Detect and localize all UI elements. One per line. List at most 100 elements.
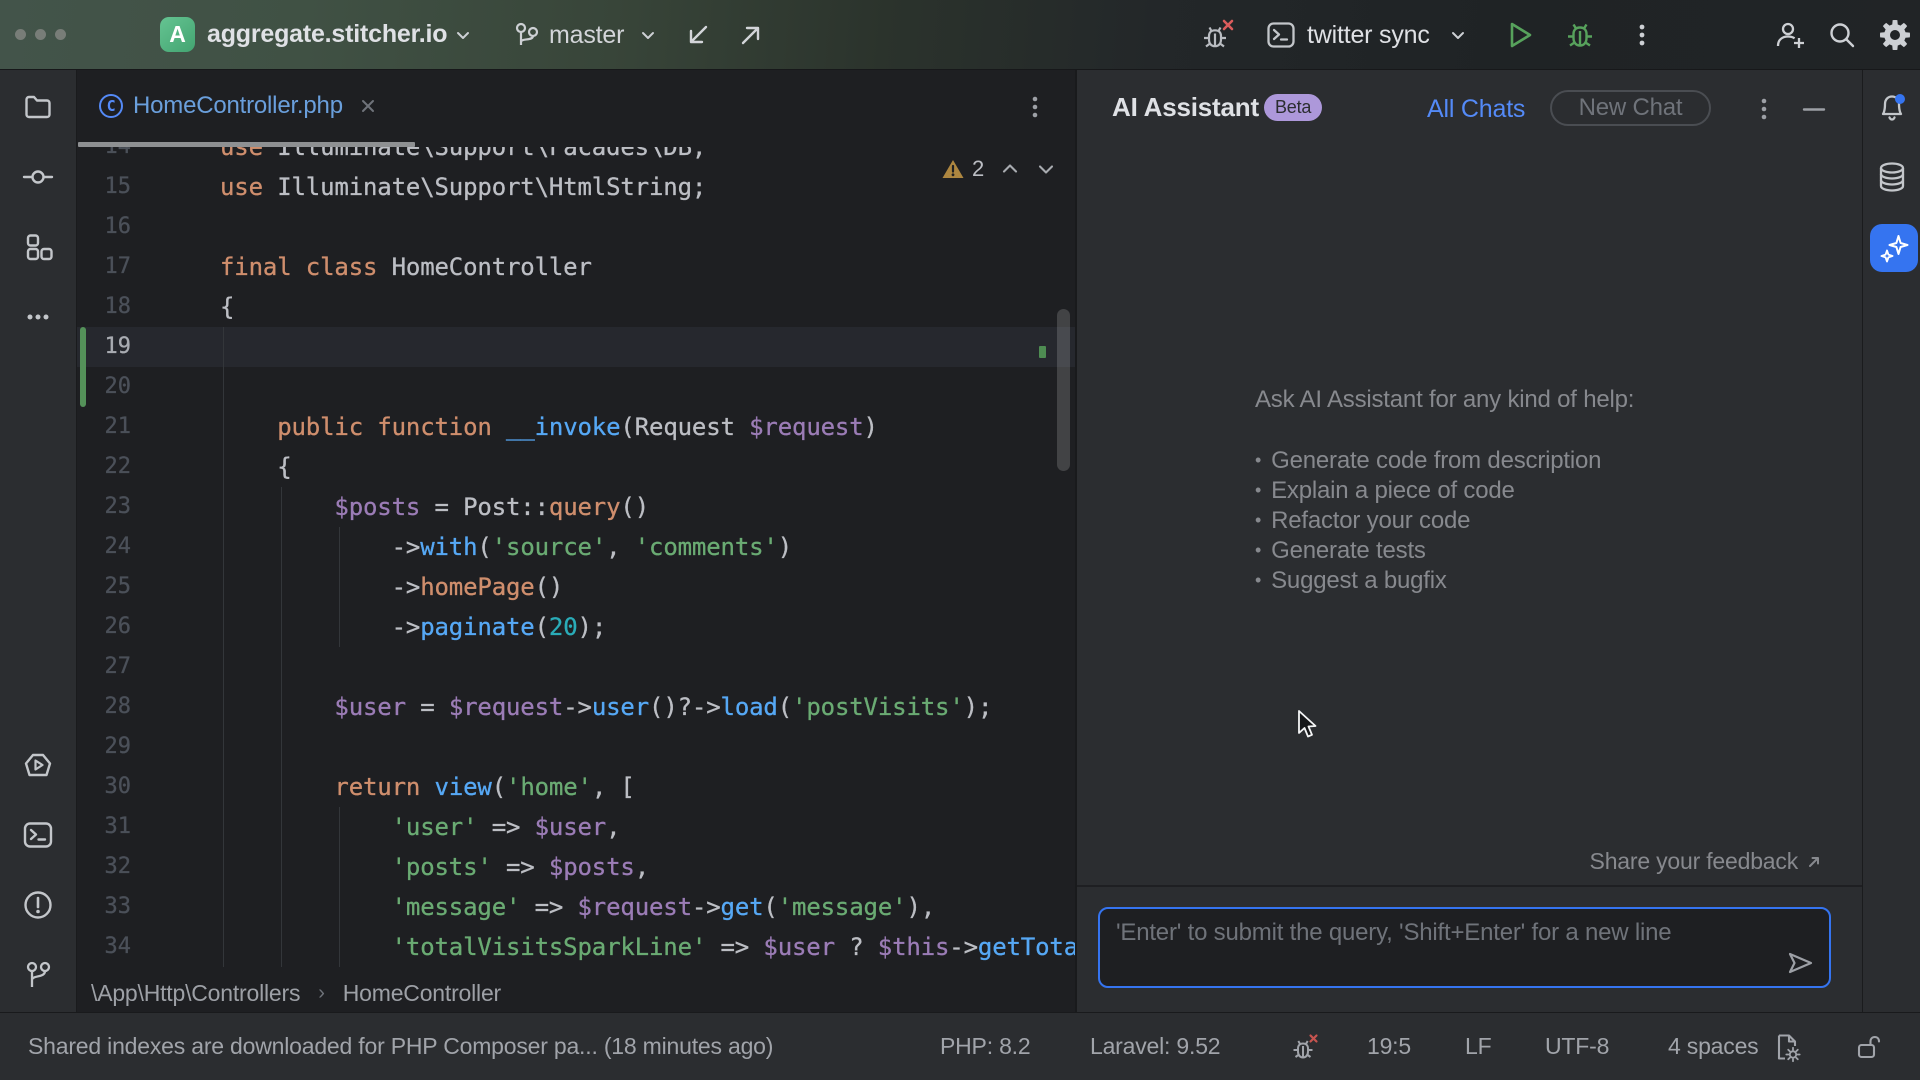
code-line-33[interactable]: 33 'message' => $request->get('message')… <box>77 887 1075 927</box>
editor-area: C HomeController.php 14use Illuminate\Su… <box>77 70 1075 1012</box>
php-class-icon: C <box>98 93 124 119</box>
hide-panel-icon[interactable] <box>1799 94 1829 124</box>
code-line-23[interactable]: 23 $posts = Post::query() <box>77 487 1075 527</box>
version-control-tool-button[interactable] <box>0 947 76 1003</box>
project-name[interactable]: aggregate.stitcher.io <box>207 20 447 49</box>
close-window-button[interactable] <box>15 29 26 40</box>
commit-tool-button[interactable] <box>0 149 76 205</box>
ai-sparkles-icon <box>1877 231 1911 265</box>
update-project-icon[interactable] <box>683 0 713 70</box>
code-text: ->with('source', 'comments') <box>220 527 792 567</box>
php-version-widget[interactable]: PHP: 8.2 <box>940 1033 1030 1060</box>
right-tool-stripe <box>1862 70 1920 1012</box>
code-line-31[interactable]: 31 'user' => $user, <box>77 807 1075 847</box>
share-feedback-link[interactable]: Share your feedback <box>1590 848 1822 875</box>
project-chevron-icon[interactable] <box>452 0 474 70</box>
code-line-25[interactable]: 25 ->homePage() <box>77 567 1075 607</box>
code-text: 'posts' => $posts, <box>220 847 649 887</box>
svg-text:C: C <box>107 97 116 115</box>
notifications-button[interactable] <box>1863 79 1920 135</box>
code-line-18[interactable]: 18{ <box>77 287 1075 327</box>
line-number: 31 <box>77 807 131 847</box>
vcs-change-marker <box>80 327 86 407</box>
search-everywhere-icon[interactable] <box>1826 0 1858 70</box>
project-tool-button[interactable] <box>0 79 76 135</box>
run-config-terminal-icon[interactable] <box>1266 0 1296 70</box>
tab-homecontroller[interactable]: C HomeController.php <box>78 70 415 142</box>
minimize-window-button[interactable] <box>35 29 46 40</box>
line-number: 29 <box>77 727 131 767</box>
laravel-version-widget[interactable]: Laravel: 9.52 <box>1090 1033 1220 1060</box>
ai-options-icon[interactable] <box>1754 94 1774 124</box>
phpstorm-window: A aggregate.stitcher.io master <box>0 0 1920 1080</box>
database-button[interactable] <box>1863 149 1920 205</box>
more-icon <box>23 302 53 332</box>
debug-button[interactable] <box>1563 0 1597 70</box>
push-commits-icon[interactable] <box>736 0 766 70</box>
ai-query-input[interactable]: 'Enter' to submit the query, 'Shift+Ente… <box>1098 907 1831 988</box>
zoom-window-button[interactable] <box>55 29 66 40</box>
code-line-24[interactable]: 24 ->with('source', 'comments') <box>77 527 1075 567</box>
services-tool-button[interactable] <box>0 737 76 793</box>
code-text: 'totalVisitsSparkLine' => $user ? $this-… <box>220 927 1075 967</box>
send-query-button[interactable] <box>1785 948 1815 978</box>
tab-options-icon[interactable] <box>1025 92 1045 122</box>
indent-config-icon[interactable] <box>1772 1031 1802 1063</box>
code-text: $posts = Post::query() <box>220 487 649 527</box>
code-line-15[interactable]: 15use Illuminate\Support\HtmlString; <box>77 167 1075 207</box>
encoding-widget[interactable]: UTF-8 <box>1545 1033 1609 1060</box>
project-icon[interactable]: A <box>160 17 195 52</box>
inspections-widget[interactable]: 2 <box>942 148 1056 190</box>
caret-position-widget[interactable]: 19:5 <box>1367 1033 1411 1060</box>
indent-guide <box>223 327 224 967</box>
code-viewport[interactable]: 14use Illuminate\Support\Facades\DB;15us… <box>77 147 1075 975</box>
problems-tool-button[interactable] <box>0 877 76 933</box>
code-line-29[interactable]: 29 <box>77 727 1075 767</box>
code-line-19[interactable]: 19 <box>77 327 1075 367</box>
run-config-chevron-icon[interactable] <box>1447 0 1469 70</box>
code-line-26[interactable]: 26 ->paginate(20); <box>77 607 1075 647</box>
ai-assistant-button[interactable] <box>1870 224 1918 272</box>
indent-widget[interactable]: 4 spaces <box>1668 1033 1758 1060</box>
more-tool-windows-button[interactable] <box>0 289 76 345</box>
line-separator-widget[interactable]: LF <box>1465 1033 1491 1060</box>
external-link-icon <box>1806 854 1822 870</box>
structure-icon <box>23 232 53 262</box>
code-line-28[interactable]: 28 $user = $request->user()?->load('post… <box>77 687 1075 727</box>
write-access-lock-icon[interactable] <box>1854 1032 1884 1062</box>
settings-gear-icon[interactable] <box>1878 0 1912 70</box>
code-line-30[interactable]: 30 return view('home', [ <box>77 767 1075 807</box>
mute-breakpoints-icon[interactable] <box>1200 0 1236 70</box>
code-line-21[interactable]: 21 public function __invoke(Request $req… <box>77 407 1075 447</box>
terminal-tool-button[interactable] <box>0 807 76 863</box>
breadcrumb-class[interactable]: HomeController <box>343 980 501 1007</box>
editor-vertical-scrollbar[interactable] <box>1057 309 1070 471</box>
new-chat-button[interactable]: New Chat <box>1550 90 1711 126</box>
code-with-me-icon[interactable] <box>1772 0 1808 70</box>
structure-tool-button[interactable] <box>0 219 76 275</box>
branch-chevron-icon[interactable] <box>637 0 659 70</box>
tab-close-icon[interactable] <box>358 96 378 116</box>
ai-input-divider <box>1077 885 1862 887</box>
status-mute-breakpoints-icon[interactable] <box>1290 1032 1320 1062</box>
code-line-17[interactable]: 17final class HomeController <box>77 247 1075 287</box>
commit-icon <box>22 162 54 192</box>
run-config-name[interactable]: twitter sync <box>1307 0 1430 70</box>
line-number: 22 <box>77 447 131 487</box>
run-button[interactable] <box>1504 0 1536 70</box>
git-icon <box>22 959 54 991</box>
branch-name[interactable]: master <box>549 0 624 70</box>
all-chats-link[interactable]: All Chats <box>1427 95 1525 124</box>
titlebar-more-icon[interactable] <box>1632 0 1652 70</box>
code-line-22[interactable]: 22 { <box>77 447 1075 487</box>
prev-highlight-icon[interactable] <box>1000 159 1020 179</box>
code-line-34[interactable]: 34 'totalVisitsSparkLine' => $user ? $th… <box>77 927 1075 967</box>
next-highlight-icon[interactable] <box>1036 159 1056 179</box>
code-line-20[interactable]: 20 <box>77 367 1075 407</box>
code-line-27[interactable]: 27 <box>77 647 1075 687</box>
code-line-16[interactable]: 16 <box>77 207 1075 247</box>
code-line-32[interactable]: 32 'posts' => $posts, <box>77 847 1075 887</box>
breadcrumb-path[interactable]: \App\Http\Controllers <box>91 980 300 1007</box>
code-line-14[interactable]: 14use Illuminate\Support\Facades\DB; <box>77 147 1075 167</box>
status-message[interactable]: Shared indexes are downloaded for PHP Co… <box>28 1033 773 1060</box>
